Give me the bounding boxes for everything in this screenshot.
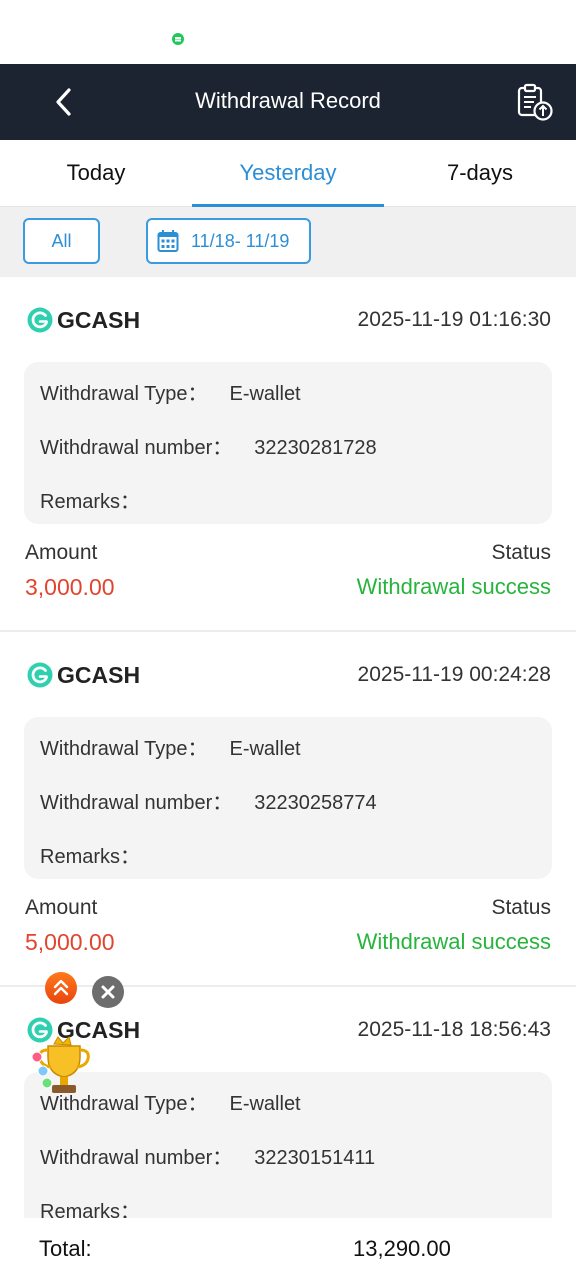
withdrawal-type-label: Withdrawal Type： xyxy=(40,738,208,760)
withdrawal-number-label: Withdrawal number： xyxy=(40,792,233,814)
record-time: 2025-11-19 01:16:30 xyxy=(357,308,551,331)
list-item: GCASH 2025-11-19 00:24:28 Withdrawal Typ… xyxy=(0,632,576,987)
tab-yesterday[interactable]: Yesterday xyxy=(192,141,384,207)
close-icon xyxy=(101,985,115,999)
remarks-label: Remarks： xyxy=(40,491,141,513)
date-range-label: 11/18- 11/19 xyxy=(191,230,290,251)
withdrawal-number-value: 32230151411 xyxy=(254,1147,376,1169)
payment-method-name: GCASH xyxy=(57,662,141,688)
tab-today[interactable]: Today xyxy=(0,141,192,206)
tab-7-days[interactable]: 7-days xyxy=(384,141,576,206)
record-details: Withdrawal Type： E-wallet Withdrawal numb… xyxy=(24,717,552,879)
withdrawal-number-value: 32230258774 xyxy=(254,792,377,814)
close-floating-button[interactable] xyxy=(92,976,124,1008)
withdrawal-type-value: E-wallet xyxy=(229,738,301,760)
calendar-icon xyxy=(157,230,179,252)
total-label: Total: xyxy=(39,1236,92,1261)
double-chevron-up-icon xyxy=(53,979,69,996)
withdrawal-number-value: 32230281728 xyxy=(254,437,377,459)
list-item: GCASH 2025-11-18 18:56:43 Withdrawal Typ… xyxy=(0,987,576,1218)
withdrawal-type-value: E-wallet xyxy=(229,1093,301,1115)
gcash-logo-icon xyxy=(27,662,53,688)
total-bar: Total: 13,290.00 xyxy=(0,1218,576,1280)
withdrawal-type-value: E-wallet xyxy=(229,383,301,405)
trophy-icon xyxy=(31,1036,90,1093)
withdrawal-number-label: Withdrawal number： xyxy=(40,1147,233,1169)
record-time: 2025-11-18 18:56:43 xyxy=(357,1018,551,1041)
record-details: Withdrawal Type： E-wallet Withdrawal numb… xyxy=(24,1072,552,1218)
export-record-button[interactable] xyxy=(514,82,556,124)
scroll-to-top-button[interactable] xyxy=(45,972,77,1004)
total-value: 13,290.00 xyxy=(353,1236,451,1261)
list-item: GCASH 2025-11-19 01:16:30 Withdrawal Typ… xyxy=(0,277,576,632)
filter-all-button[interactable]: All xyxy=(23,218,100,264)
status-value: Withdrawal success xyxy=(356,929,551,954)
trophy-promo-button[interactable] xyxy=(26,1030,96,1100)
page-title: Withdrawal Record xyxy=(195,88,381,113)
amount-label: Amount xyxy=(25,896,98,919)
withdrawal-number-label: Withdrawal number： xyxy=(40,437,233,459)
date-tabs: Today Yesterday 7-days xyxy=(0,141,576,207)
date-range-button[interactable]: 11/18- 11/19 xyxy=(146,218,311,264)
withdrawal-type-label: Withdrawal Type： xyxy=(40,383,208,405)
status-label: Status xyxy=(491,541,551,564)
app-header: Withdrawal Record xyxy=(0,64,576,140)
record-details: Withdrawal Type： E-wallet Withdrawal numb… xyxy=(24,362,552,524)
record-time: 2025-11-19 00:24:28 xyxy=(357,663,551,686)
status-value: Withdrawal success xyxy=(356,574,551,599)
remarks-label: Remarks： xyxy=(40,1201,141,1218)
filter-bar: All 11/18- 11/19 xyxy=(0,207,576,277)
gcash-logo-icon xyxy=(27,307,53,333)
status-bar xyxy=(0,0,576,64)
clipboard-upload-icon xyxy=(517,83,553,121)
remarks-label: Remarks： xyxy=(40,846,141,868)
payment-method-name: GCASH xyxy=(57,307,141,333)
status-label: Status xyxy=(491,896,551,919)
message-notification-icon xyxy=(172,33,184,45)
amount-label: Amount xyxy=(25,541,98,564)
amount-value: 5,000.00 xyxy=(25,929,115,955)
amount-value: 3,000.00 xyxy=(25,574,115,600)
